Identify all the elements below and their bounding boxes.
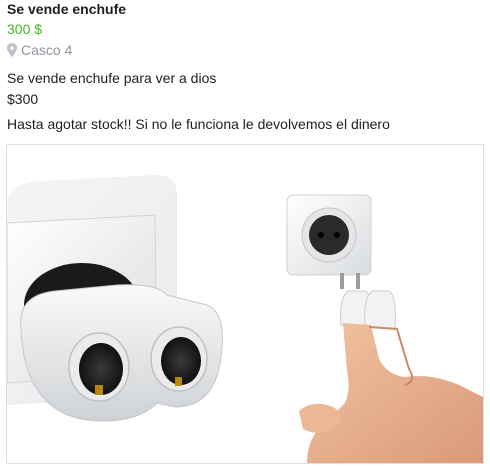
location-label: Casco 4 [21, 42, 73, 58]
description-line: $300 [7, 91, 39, 107]
marketplace-post: Se vende enchufe 300 $ Casco 4 Se vende … [0, 0, 490, 466]
description-line: Se vende enchufe para ver a dios [7, 70, 217, 86]
listing-title[interactable]: Se vende enchufe [7, 1, 126, 17]
photo-illustration [7, 145, 483, 463]
listing-photo[interactable] [6, 144, 484, 464]
map-pin-icon [7, 43, 17, 57]
listing-price: 300 $ [7, 21, 43, 37]
description-line: Hasta agotar stock!! Si no le funciona l… [7, 116, 390, 132]
listing-location[interactable]: Casco 4 [7, 42, 72, 58]
